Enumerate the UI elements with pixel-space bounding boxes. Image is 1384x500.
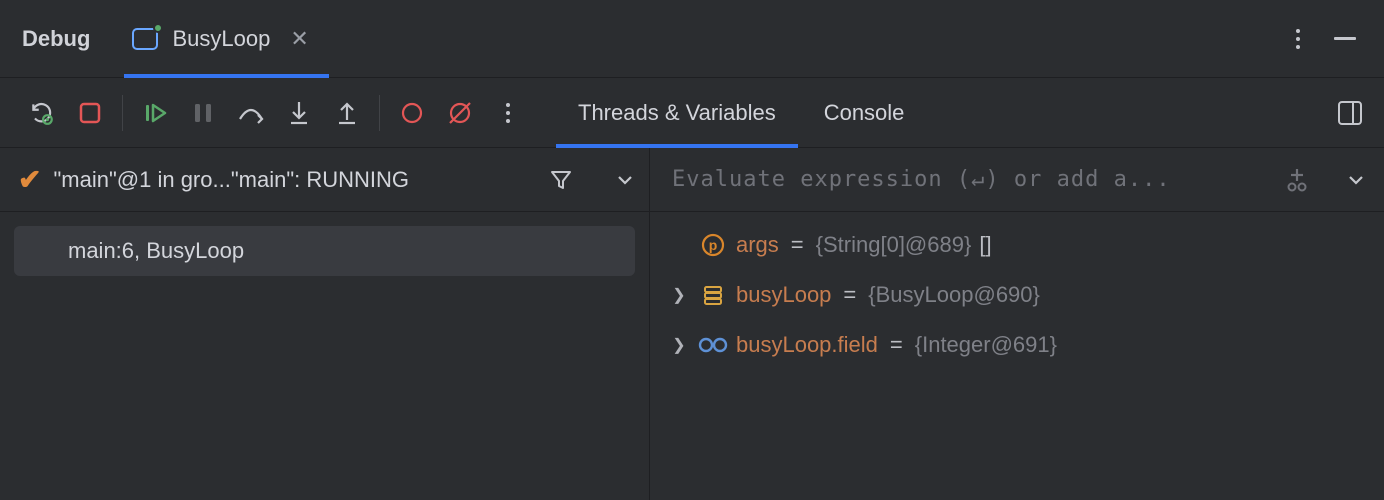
rerun-button[interactable] [18, 89, 66, 137]
equals-sign: = [791, 232, 804, 258]
close-icon[interactable]: ✕ [290, 26, 308, 52]
variable-kind-icon: p [698, 233, 728, 257]
evaluate-input[interactable] [672, 167, 1270, 192]
application-icon [132, 28, 158, 50]
step-out-button[interactable] [323, 89, 371, 137]
chevron-down-icon[interactable] [1346, 170, 1366, 190]
thread-label[interactable]: "main"@1 in gro..."main": RUNNING [53, 167, 409, 193]
equals-sign: = [890, 332, 903, 358]
topbar: Debug BusyLoop ✕ [0, 0, 1384, 78]
tab-threads-variables[interactable]: Threads & Variables [554, 78, 800, 147]
frames-list: main:6, BusyLoop [0, 212, 649, 290]
variable-row[interactable]: ❯ busyLoop.field = {Integer@691} [668, 326, 1366, 364]
chevron-down-icon[interactable] [615, 170, 635, 190]
run-config-tab[interactable]: BusyLoop ✕ [126, 0, 326, 77]
resume-button[interactable] [131, 89, 179, 137]
frames-panel: ✔ "main"@1 in gro..."main": RUNNING main… [0, 148, 650, 500]
running-check-icon: ✔ [18, 163, 41, 196]
variables-list: p args = {String[0]@689} [] ❯ busyLoop = {B… [650, 212, 1384, 378]
variable-kind-icon [698, 284, 728, 306]
variable-tail: [] [979, 232, 991, 258]
variables-panel: p args = {String[0]@689} [] ❯ busyLoop = {B… [650, 148, 1384, 500]
debug-toolbar: Threads & Variables Console [0, 78, 1384, 148]
thread-selector-bar: ✔ "main"@1 in gro..."main": RUNNING [0, 148, 649, 212]
stack-frame[interactable]: main:6, BusyLoop [14, 226, 635, 276]
step-over-button[interactable] [227, 89, 275, 137]
frame-label: main:6, BusyLoop [68, 238, 244, 264]
pause-button[interactable] [179, 89, 227, 137]
run-config-label: BusyLoop [172, 26, 270, 52]
variable-value: {BusyLoop@690} [868, 282, 1040, 308]
expander-icon[interactable]: ❯ [668, 285, 690, 305]
variable-value: {String[0]@689} [816, 232, 972, 258]
variable-name: args [736, 232, 779, 258]
stop-button[interactable] [66, 89, 114, 137]
variable-row[interactable]: ❯ busyLoop = {BusyLoop@690} [668, 276, 1366, 314]
debug-tool-window: Debug BusyLoop ✕ [0, 0, 1384, 500]
variable-kind-icon [698, 336, 728, 354]
panel-title: Debug [22, 26, 90, 52]
mute-breakpoints-button[interactable] [436, 89, 484, 137]
variable-value: {Integer@691} [915, 332, 1057, 358]
svg-text:p: p [709, 237, 718, 253]
add-watch-icon[interactable] [1284, 167, 1310, 193]
evaluate-bar [650, 148, 1384, 212]
view-breakpoints-button[interactable] [388, 89, 436, 137]
step-into-button[interactable] [275, 89, 323, 137]
toolbar-more-icon[interactable] [484, 89, 532, 137]
variable-name: busyLoop.field [736, 332, 878, 358]
variable-row[interactable]: p args = {String[0]@689} [] [668, 226, 1366, 264]
equals-sign: = [843, 282, 856, 308]
expander-icon[interactable]: ❯ [668, 335, 690, 355]
filter-icon[interactable] [549, 168, 573, 192]
minimize-icon[interactable] [1334, 37, 1356, 40]
variable-name: busyLoop [736, 282, 831, 308]
layout-settings-icon[interactable] [1326, 89, 1374, 137]
tab-console[interactable]: Console [800, 78, 929, 147]
more-options-icon[interactable] [1296, 29, 1300, 49]
